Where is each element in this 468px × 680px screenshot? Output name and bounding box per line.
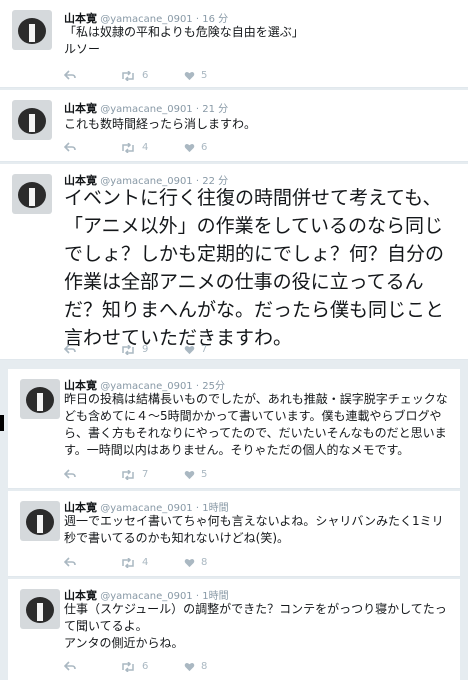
retweet-icon [122, 142, 134, 153]
retweet-icon [122, 557, 134, 568]
reply-button[interactable] [64, 142, 76, 152]
like-button[interactable]: 5 [184, 70, 207, 81]
tweet-card[interactable]: 山本寛 @yamacane_0901 · 25分 昨日の投稿は結構長いものでした… [8, 369, 460, 489]
avatar[interactable] [12, 10, 52, 50]
like-count: 8 [201, 557, 208, 568]
heart-icon [184, 470, 195, 479]
retweet-count: 9 [142, 344, 149, 355]
display-name[interactable]: 山本寛 [64, 102, 97, 115]
like-button[interactable]: 6 [184, 142, 207, 153]
retweet-button[interactable]: 4 [120, 142, 148, 153]
retweet-count: 7 [142, 469, 149, 480]
heart-icon [184, 71, 195, 80]
avatar[interactable] [12, 174, 52, 214]
tweet-card[interactable]: 山本寛 @yamacane_0901 · 1時間 週一でエッセイ書いてちゃ何も言… [8, 491, 460, 577]
retweet-button[interactable]: 9 [120, 344, 148, 355]
tweet-text: イベントに行く往復の時間併せて考えても、「アニメ以外」の作業をしているのなら同じ… [64, 187, 445, 349]
like-button[interactable]: 8 [184, 661, 207, 672]
tweet-header: 山本寛 @yamacane_0901 · 21 分 [64, 100, 228, 116]
reply-arrow-icon [64, 70, 76, 80]
tweet-text: 仕事（スケジュール）の調整ができた？コンテをがっつり寝かしてたって聞いてるよ。 … [64, 602, 447, 650]
like-button[interactable]: 7 [184, 344, 207, 355]
avatar[interactable] [20, 501, 60, 541]
retweet-icon [122, 344, 134, 355]
timestamp[interactable]: 21 分 [202, 104, 228, 115]
retweet-count: 4 [142, 557, 149, 568]
tweet-card[interactable]: 山本寛 @yamacane_0901 · 22 分 イベントに行く往復の時間併せ… [0, 164, 468, 360]
like-count: 5 [201, 70, 208, 81]
like-count: 8 [201, 661, 208, 672]
retweet-count: 6 [142, 70, 149, 81]
retweet-icon [122, 469, 134, 480]
reply-button[interactable] [64, 557, 76, 567]
reply-arrow-icon [64, 557, 76, 567]
reply-button[interactable] [64, 70, 76, 80]
like-button[interactable]: 5 [184, 469, 207, 480]
heart-icon [184, 143, 195, 152]
avatar[interactable] [20, 589, 60, 629]
reply-arrow-icon [64, 344, 76, 354]
reply-button[interactable] [64, 344, 76, 354]
retweet-button[interactable]: 7 [120, 469, 148, 480]
heart-icon [184, 558, 195, 567]
heart-icon [184, 662, 195, 671]
avatar[interactable] [12, 100, 52, 140]
retweet-button[interactable]: 4 [120, 557, 148, 568]
reply-arrow-icon [64, 469, 76, 479]
avatar[interactable] [20, 379, 60, 419]
retweet-count: 4 [142, 142, 149, 153]
retweet-button[interactable]: 6 [120, 661, 148, 672]
reply-button[interactable] [64, 469, 76, 479]
tweet-text: 週一でエッセイ書いてちゃ何も言えないよね。シャリバンみたく1ミリ秒で書いてるのか… [64, 514, 444, 545]
reply-arrow-icon [64, 661, 76, 671]
tweet-text: これも数時間経ったら消しますわ。 [64, 117, 257, 131]
tweet-card[interactable]: 山本寛 @yamacane_0901 · 16 分 「私は奴隷の平和よりも危険な… [0, 0, 468, 88]
retweet-count: 6 [142, 661, 149, 672]
retweet-icon [122, 661, 134, 672]
reply-arrow-icon [64, 142, 76, 152]
edge-marker [0, 415, 4, 431]
heart-icon [184, 345, 195, 354]
like-count: 5 [201, 469, 208, 480]
retweet-icon [122, 70, 134, 81]
tweet-card[interactable]: 山本寛 @yamacane_0901 · 1時間 仕事（スケジュール）の調整がで… [8, 579, 460, 680]
like-count: 7 [201, 344, 208, 355]
tweet-text: 「私は奴隷の平和よりも危険な自由を選ぶ」 ルソー [64, 25, 304, 56]
retweet-button[interactable]: 6 [120, 70, 148, 81]
like-button[interactable]: 8 [184, 557, 207, 568]
tweet-text: 昨日の投稿は結構長いものでしたが、あれも推敲・誤字脱字チェックなども含めてに４〜… [64, 392, 448, 457]
tweet-card[interactable]: 山本寛 @yamacane_0901 · 21 分 これも数時間経ったら消します… [0, 90, 468, 162]
handle[interactable]: @yamacane_0901 [100, 104, 192, 115]
separator: · [195, 104, 200, 115]
like-count: 6 [201, 142, 208, 153]
reply-button[interactable] [64, 661, 76, 671]
